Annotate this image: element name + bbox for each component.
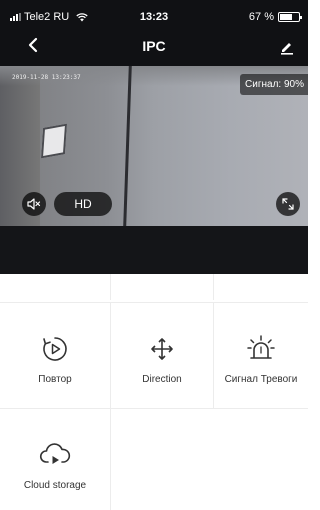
grid-divider [213, 274, 214, 300]
action-label: Cloud storage [23, 480, 87, 491]
quality-toggle-button[interactable]: HD [54, 192, 112, 216]
action-label: Сигнал Тревоги [224, 374, 298, 385]
video-controls-strip [0, 226, 308, 274]
camera-video-feed[interactable]: 2019-11-28 13:23:37 Сигнал: 90% HD [0, 66, 308, 226]
alarm-siren-icon [244, 332, 278, 366]
battery-level [280, 14, 293, 20]
action-cloud-storage[interactable]: Cloud storage [0, 408, 110, 510]
action-playback[interactable]: Повтор [0, 302, 110, 408]
video-timestamp: 2019-11-28 13:23:37 [12, 74, 81, 81]
signal-strength-badge: Сигнал: 90% [240, 74, 308, 95]
action-label: Повтор [38, 374, 72, 385]
mute-button[interactable] [22, 192, 46, 216]
nav-bar: IPC [0, 30, 308, 62]
action-grid: Повтор Direction Сигнал Тревоги Cloud st… [0, 274, 308, 510]
status-bar: Tele2 RU 13:23 67 % [0, 0, 308, 26]
cloud-play-icon [38, 438, 72, 472]
fullscreen-button[interactable] [276, 192, 300, 216]
video-wall-seam [123, 66, 132, 226]
battery-icon [278, 12, 302, 22]
fullscreen-icon [282, 198, 294, 210]
chevron-left-icon [28, 37, 38, 53]
back-button[interactable] [22, 34, 44, 56]
speaker-muted-icon [27, 198, 41, 210]
grid-divider [110, 274, 111, 300]
move-arrows-icon [145, 332, 179, 366]
video-wall-object [40, 123, 68, 159]
top-bar: Tele2 RU 13:23 67 % IPC [0, 0, 308, 66]
page-title: IPC [142, 38, 166, 54]
pencil-icon [281, 43, 293, 55]
battery-percent: 67 % [248, 11, 274, 23]
action-direction[interactable]: Direction [111, 302, 213, 408]
action-label: Direction [142, 374, 182, 385]
action-alarm[interactable]: Сигнал Тревоги [214, 302, 308, 408]
playback-icon [38, 332, 72, 366]
edit-button[interactable] [276, 36, 298, 58]
grid-divider [110, 408, 111, 510]
status-right: 67 % [248, 11, 302, 23]
